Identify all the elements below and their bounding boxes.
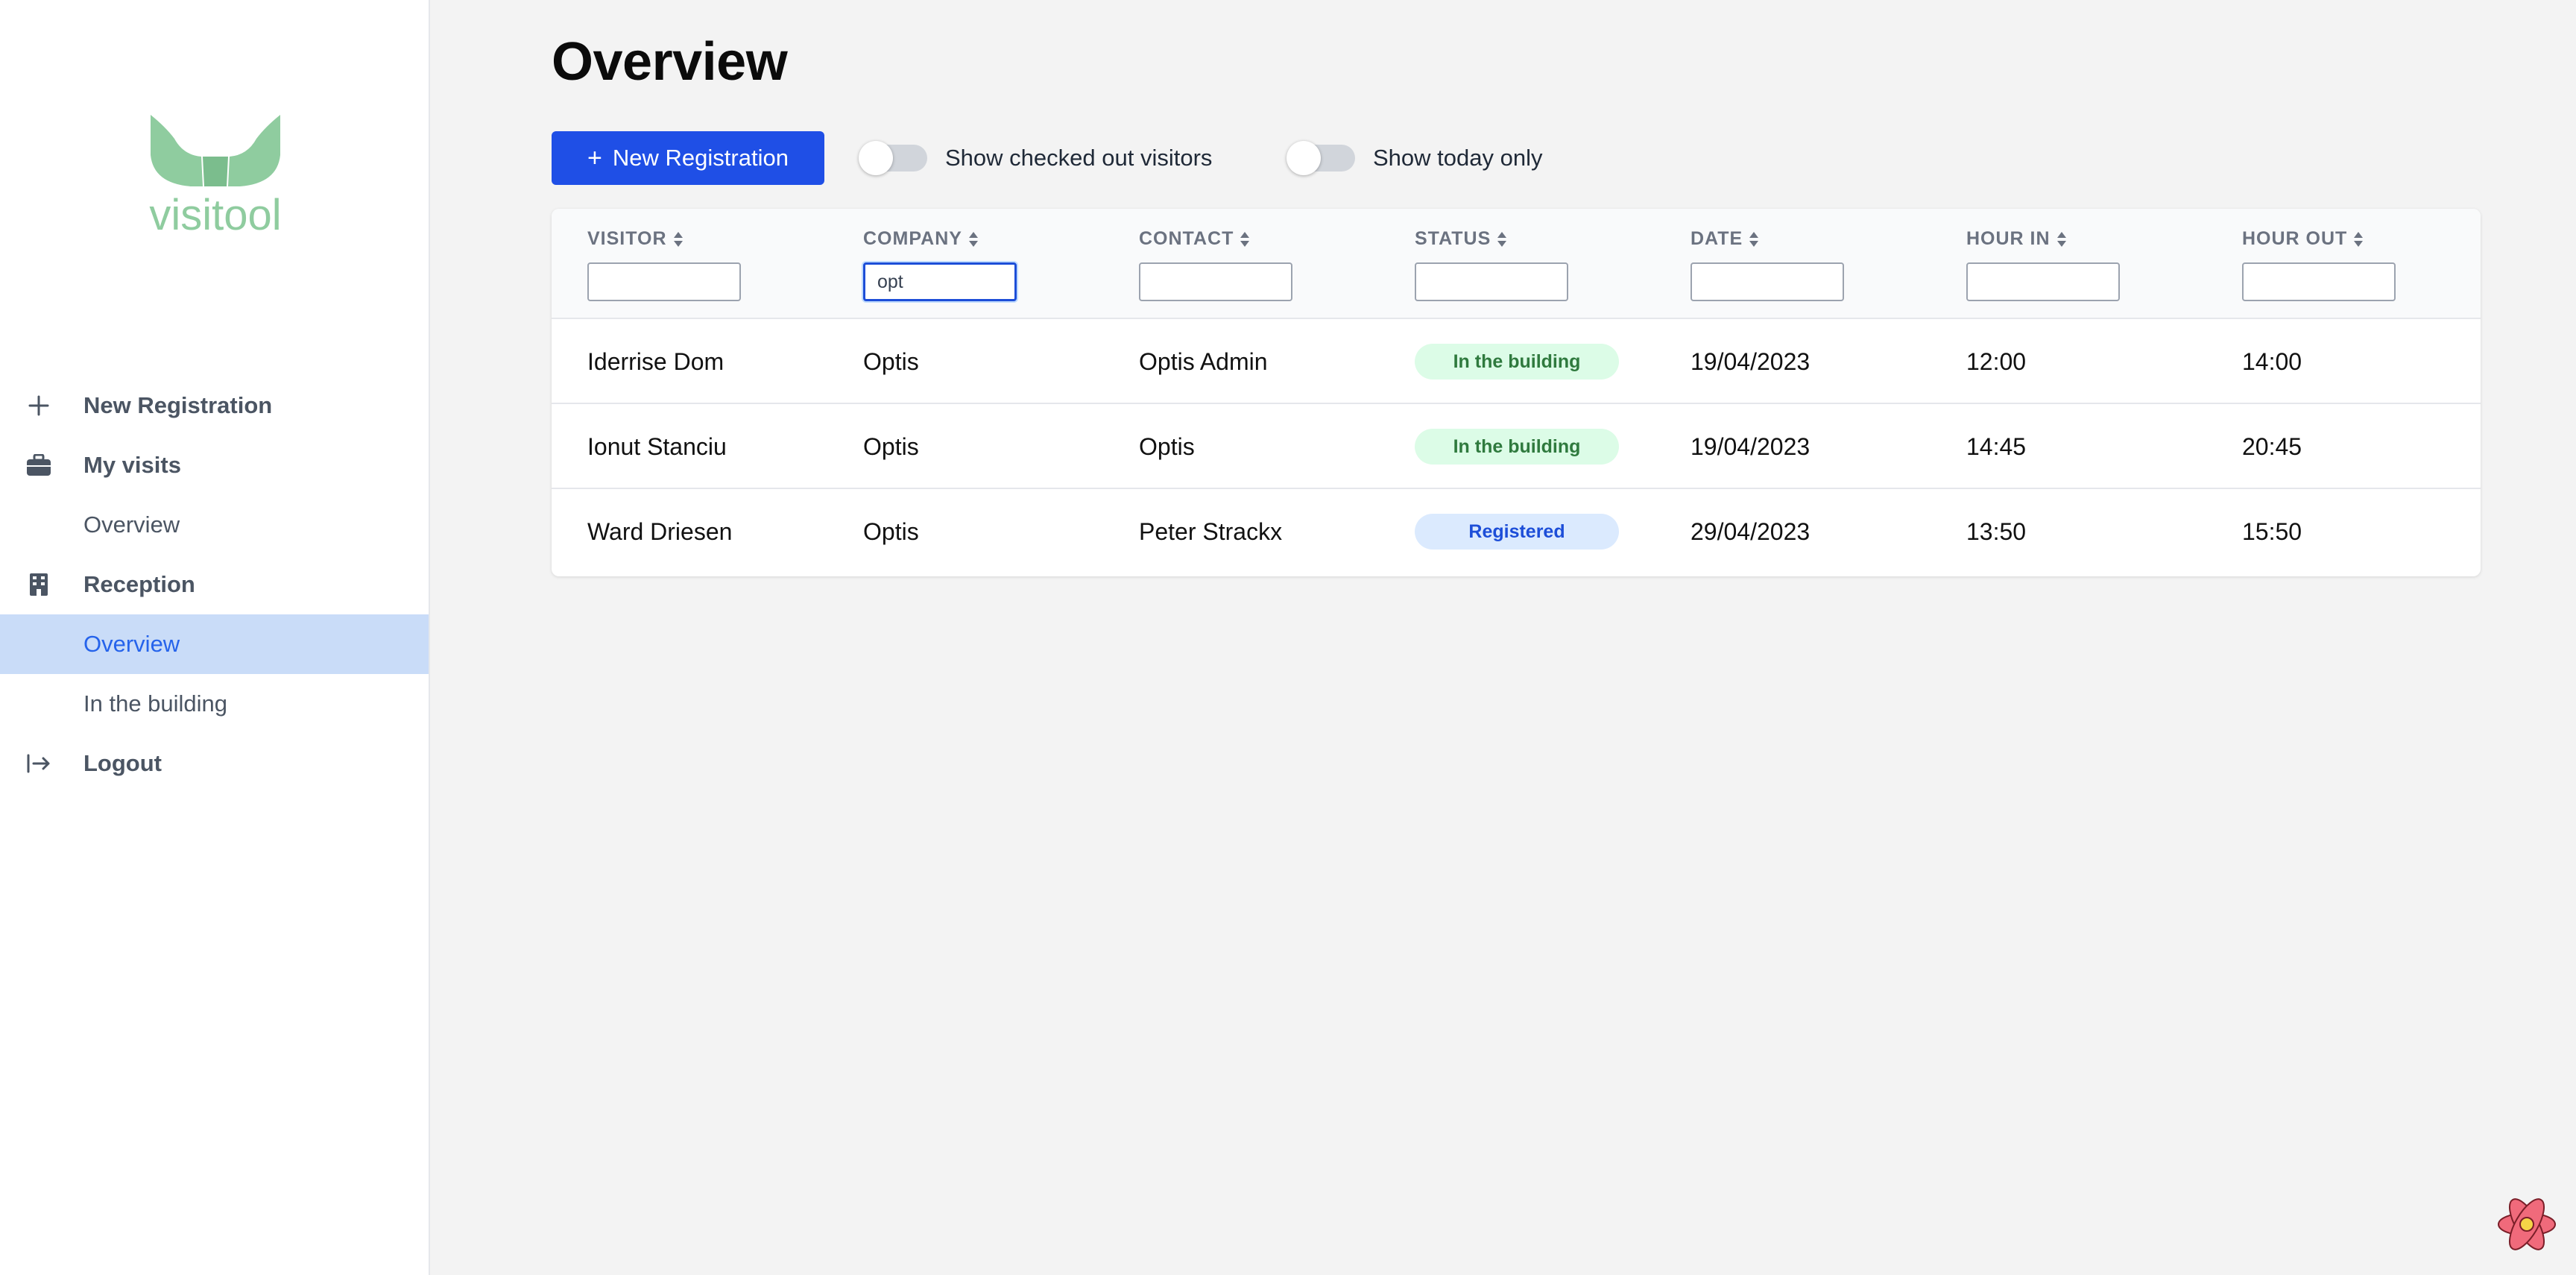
sidebar-item-reception-overview[interactable]: Overview — [0, 614, 429, 674]
hour-out-cell: 14:00 — [2242, 347, 2302, 375]
column-header-hour-in[interactable]: HOUR IN — [1966, 228, 2067, 250]
sidebar-nav: New Registration My visits Overview Rece… — [0, 376, 429, 793]
hour-in-filter-input[interactable] — [1966, 262, 2120, 301]
company-cell: Optis — [863, 347, 919, 375]
company-cell: Optis — [863, 432, 919, 460]
show-checked-out-label: Show checked out visitors — [945, 145, 1213, 171]
visitor-filter-input[interactable] — [587, 262, 741, 301]
sidebar: visitool New Registration My visits Over… — [0, 0, 430, 1275]
show-today-only-label: Show today only — [1373, 145, 1543, 171]
column-header-company[interactable]: COMPANY — [863, 228, 979, 250]
contact-filter-input[interactable] — [1139, 262, 1292, 301]
visitor-cell: Ward Driesen — [587, 517, 733, 545]
status-badge: Registered — [1415, 514, 1619, 550]
status-badge: In the building — [1415, 429, 1619, 465]
sidebar-item-my-visits[interactable]: My visits — [0, 435, 429, 495]
contact-cell: Peter Strackx — [1139, 517, 1283, 545]
visitors-table: VISITOR COMPANY CONTACT — [552, 209, 2481, 576]
status-cell: In the building — [1415, 319, 1619, 404]
show-checked-out-toggle[interactable] — [859, 141, 927, 175]
date-cell: 29/04/2023 — [1690, 517, 1811, 545]
sidebar-item-label: Overview — [83, 631, 180, 657]
date-filter-input[interactable] — [1690, 262, 1844, 301]
hour-out-filter-input[interactable] — [2242, 262, 2396, 301]
contact-cell: Optis — [1139, 432, 1195, 460]
sidebar-item-my-visits-overview[interactable]: Overview — [0, 495, 429, 555]
sidebar-item-new-registration[interactable]: New Registration — [0, 376, 429, 435]
table-header: VISITOR COMPANY CONTACT — [552, 209, 2481, 319]
column-header-visitor[interactable]: VISITOR — [587, 228, 684, 250]
sort-icon — [968, 231, 978, 247]
hour-in-cell: 13:50 — [1966, 517, 2027, 545]
sidebar-item-reception[interactable]: Reception — [0, 555, 429, 614]
plus-icon — [24, 391, 54, 421]
column-label: DATE — [1690, 228, 1743, 249]
column-header-hour-out[interactable]: HOUR OUT — [2242, 228, 2364, 250]
visitor-cell: Iderrise Dom — [587, 347, 724, 375]
main-content: Overview + New Registration Show checked… — [430, 0, 2576, 1275]
sidebar-item-label: In the building — [83, 690, 228, 717]
visitool-logo[interactable]: visitool — [139, 112, 292, 236]
column-label: STATUS — [1415, 228, 1491, 249]
sidebar-item-label: Reception — [83, 571, 195, 597]
column-label: VISITOR — [587, 228, 667, 249]
building-icon — [24, 570, 54, 599]
status-cell: In the building — [1415, 404, 1619, 489]
sort-icon — [673, 231, 683, 247]
new-registration-button[interactable]: + New Registration — [552, 131, 824, 185]
sidebar-item-in-the-building[interactable]: In the building — [0, 674, 429, 734]
logo-wordmark: visitool — [149, 191, 281, 236]
status-filter-input[interactable] — [1415, 262, 1568, 301]
column-header-status[interactable]: STATUS — [1415, 228, 1507, 250]
toggle-knob — [859, 141, 893, 175]
column-header-contact[interactable]: CONTACT — [1139, 228, 1250, 250]
sidebar-item-logout[interactable]: Logout — [0, 734, 429, 793]
table-row[interactable]: Ward Driesen Optis Peter Strackx Registe… — [552, 489, 2481, 574]
column-label: HOUR IN — [1966, 228, 2051, 249]
show-today-only-toggle[interactable] — [1287, 141, 1355, 175]
toggle-knob — [1287, 141, 1321, 175]
table-row[interactable]: Ionut Stanciu Optis Optis In the buildin… — [552, 404, 2481, 489]
today-only-toggle-group: Show today only — [1287, 131, 1543, 185]
logout-icon — [24, 749, 54, 778]
sidebar-item-label: My visits — [83, 452, 181, 478]
hour-out-cell: 15:50 — [2242, 517, 2302, 545]
status-cell: Registered — [1415, 489, 1619, 574]
toolbar: + New Registration Show checked out visi… — [552, 131, 1595, 185]
new-registration-button-label: New Registration — [612, 145, 789, 171]
checked-out-toggle-group: Show checked out visitors — [859, 131, 1213, 185]
sort-icon — [1240, 231, 1250, 247]
hour-in-cell: 12:00 — [1966, 347, 2027, 375]
column-label: COMPANY — [863, 228, 962, 249]
sort-icon — [2056, 231, 2066, 247]
sidebar-item-label: Logout — [83, 750, 162, 776]
company-cell: Optis — [863, 517, 919, 545]
plus-icon: + — [587, 144, 602, 172]
company-filter-input[interactable] — [863, 262, 1017, 301]
logo-mark-icon: visitool — [149, 115, 282, 236]
visitor-cell: Ionut Stanciu — [587, 432, 727, 460]
react-devtools-icon[interactable] — [2496, 1193, 2558, 1256]
hour-in-cell: 14:45 — [1966, 432, 2027, 460]
contact-cell: Optis Admin — [1139, 347, 1268, 375]
date-cell: 19/04/2023 — [1690, 347, 1811, 375]
column-header-date[interactable]: DATE — [1690, 228, 1759, 250]
page-title: Overview — [552, 32, 788, 92]
table-row[interactable]: Iderrise Dom Optis Optis Admin In the bu… — [552, 319, 2481, 404]
date-cell: 19/04/2023 — [1690, 432, 1811, 460]
sort-icon — [2354, 231, 2364, 247]
hour-out-cell: 20:45 — [2242, 432, 2302, 460]
sort-icon — [1497, 231, 1507, 247]
sort-icon — [1749, 231, 1759, 247]
status-badge: In the building — [1415, 344, 1619, 380]
sidebar-item-label: Overview — [83, 511, 180, 538]
briefcase-icon — [24, 450, 54, 480]
sidebar-item-label: New Registration — [83, 392, 273, 418]
column-label: CONTACT — [1139, 228, 1234, 249]
column-label: HOUR OUT — [2242, 228, 2348, 249]
